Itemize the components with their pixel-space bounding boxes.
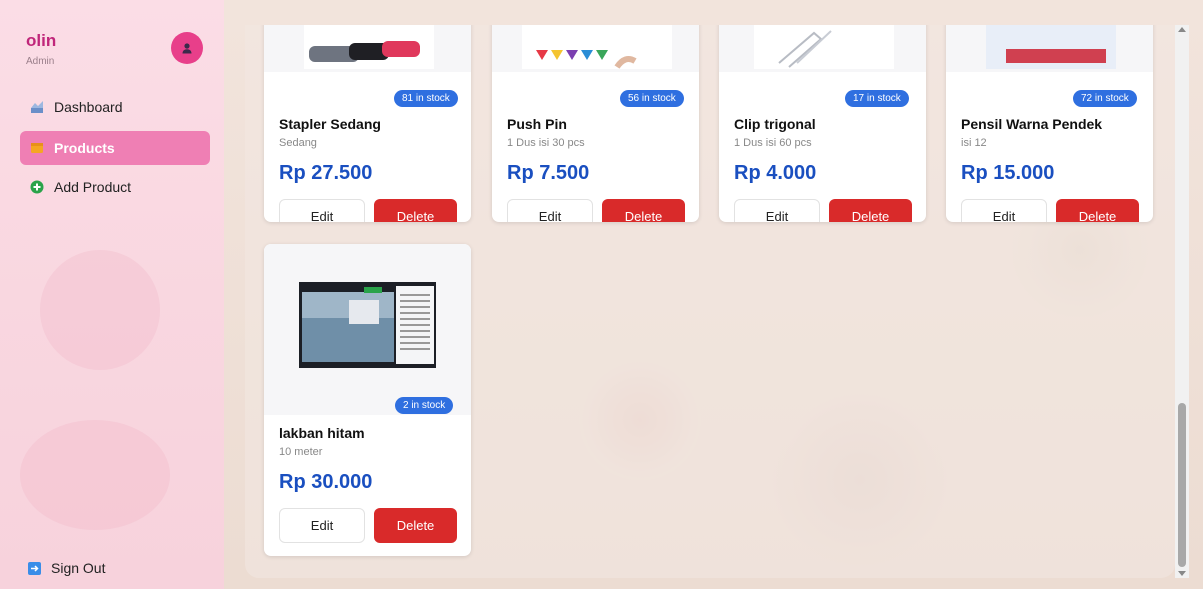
stock-badge: 2 in stock	[395, 397, 454, 414]
product-price: Rp 30.000	[279, 471, 373, 493]
sign-out-icon	[28, 561, 41, 575]
products-panel: 81 in stock Stapler Sedang Sedang Rp 27.…	[245, 25, 1175, 578]
products-icon	[31, 143, 43, 153]
push-pin-image	[522, 25, 672, 69]
product-name: Clip trigonal	[734, 116, 816, 132]
edit-button[interactable]: Edit	[507, 199, 593, 222]
clip-image	[754, 25, 894, 69]
delete-button[interactable]: Delete	[374, 508, 457, 543]
stock-badge: 17 in stock	[845, 90, 909, 107]
screenshot-thumbnail-image	[299, 282, 436, 368]
stock-badge: 72 in stock	[1073, 90, 1137, 107]
product-name: Stapler Sedang	[279, 116, 381, 132]
product-price: Rp 15.000	[961, 162, 1055, 184]
edit-button[interactable]: Edit	[279, 199, 365, 222]
product-card: 2 in stock lakban hitam 10 meter Rp 30.0…	[264, 244, 471, 556]
product-price: Rp 7.500	[507, 162, 590, 184]
scroll-down-arrow-icon[interactable]	[1178, 571, 1186, 576]
background-decoration	[40, 250, 160, 370]
product-description: Sedang	[279, 137, 317, 149]
sidebar-item-label: Products	[54, 140, 115, 156]
product-card: 17 in stock Clip trigonal 1 Dus isi 60 p…	[719, 25, 926, 222]
product-name: Pensil Warna Pendek	[961, 116, 1103, 132]
user-icon	[182, 43, 192, 54]
edit-button[interactable]: Edit	[734, 199, 820, 222]
scrollbar-thumb[interactable]	[1178, 403, 1186, 567]
sidebar-item-label: Add Product	[54, 179, 132, 195]
sidebar-item-products[interactable]: Products	[20, 131, 210, 165]
product-description: 1 Dus isi 60 pcs	[734, 137, 812, 149]
sidebar-item-add-product[interactable]: Add Product	[20, 170, 210, 204]
stock-badge: 56 in stock	[620, 90, 684, 107]
sign-out-label: Sign Out	[51, 560, 106, 576]
product-price: Rp 27.500	[279, 162, 373, 184]
colored-pencil-image	[986, 25, 1116, 69]
product-description: 10 meter	[279, 446, 323, 458]
delete-button[interactable]: Delete	[829, 199, 912, 222]
sidebar-item-label: Dashboard	[54, 99, 123, 115]
product-card: 56 in stock Push Pin 1 Dus isi 30 pcs Rp…	[492, 25, 699, 222]
background-decoration	[20, 420, 170, 530]
delete-button[interactable]: Delete	[374, 199, 457, 222]
delete-button[interactable]: Delete	[602, 199, 685, 222]
user-name: olin	[26, 31, 57, 50]
sign-out-button[interactable]: Sign Out	[20, 553, 105, 583]
scroll-up-arrow-icon[interactable]	[1178, 27, 1186, 32]
product-image	[264, 244, 471, 415]
scrollbar[interactable]	[1175, 25, 1189, 578]
product-image	[719, 25, 926, 72]
user-role: Admin	[26, 56, 55, 67]
stock-badge: 81 in stock	[394, 90, 458, 107]
product-name: lakban hitam	[279, 425, 365, 441]
add-circle-icon	[30, 180, 44, 194]
product-card: 81 in stock Stapler Sedang Sedang Rp 27.…	[264, 25, 471, 222]
product-description: isi 12	[961, 137, 987, 149]
delete-button[interactable]: Delete	[1056, 199, 1139, 222]
edit-button[interactable]: Edit	[279, 508, 365, 543]
product-card: 72 in stock Pensil Warna Pendek isi 12 R…	[946, 25, 1153, 222]
product-image	[492, 25, 699, 72]
sidebar-item-dashboard[interactable]: Dashboard	[20, 90, 210, 124]
product-image	[264, 25, 471, 72]
product-image	[946, 25, 1153, 72]
dashboard-icon	[31, 101, 43, 113]
product-price: Rp 4.000	[734, 162, 817, 184]
product-description: 1 Dus isi 30 pcs	[507, 137, 585, 149]
product-name: Push Pin	[507, 116, 567, 132]
edit-button[interactable]: Edit	[961, 199, 1047, 222]
stapler-image	[304, 25, 434, 69]
sidebar: olin Admin Dashboard Products Add Produc…	[0, 0, 224, 589]
avatar[interactable]	[171, 32, 203, 64]
